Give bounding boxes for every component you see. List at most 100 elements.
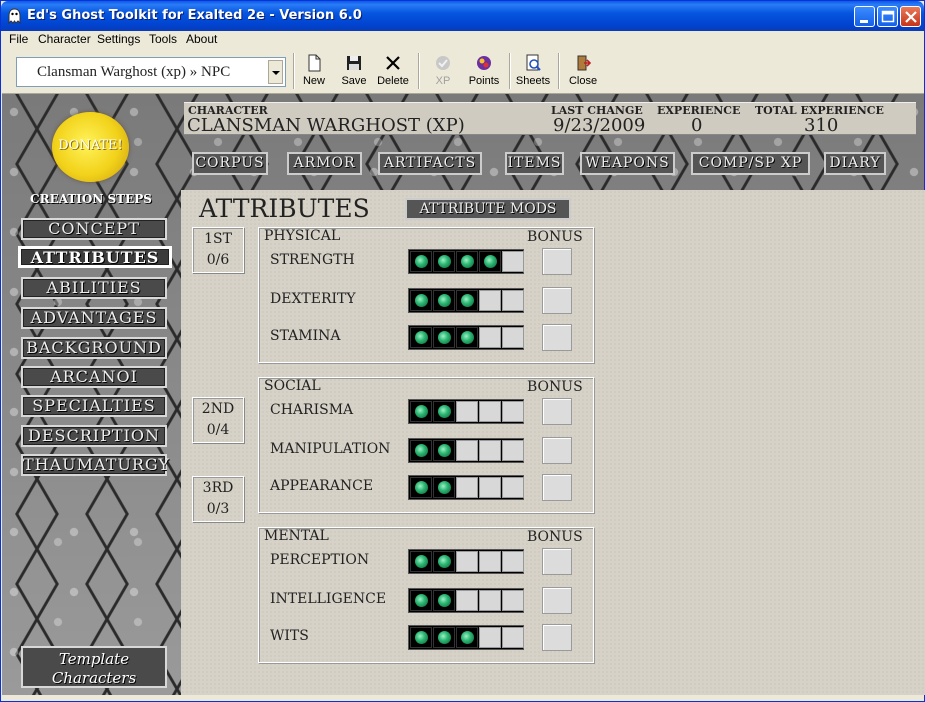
- bonus-input[interactable]: [542, 437, 572, 464]
- sheets-button[interactable]: Sheets: [515, 54, 551, 90]
- rating-dot[interactable]: [410, 290, 432, 311]
- bonus-input[interactable]: [542, 248, 572, 275]
- attribute-mods-button[interactable]: ATTRIBUTE MODS: [405, 198, 571, 220]
- rating-dot[interactable]: [502, 477, 524, 498]
- delete-button[interactable]: Delete: [374, 54, 412, 90]
- delete-label: Delete: [377, 75, 409, 87]
- rating-dot[interactable]: [479, 477, 501, 498]
- step-arcanoi[interactable]: ARCANOI: [21, 366, 167, 388]
- rating-dot[interactable]: [410, 251, 432, 272]
- step-background[interactable]: BACKGROUND: [21, 337, 167, 359]
- rating-dot[interactable]: [479, 627, 501, 648]
- donate-button[interactable]: DONATE!: [52, 112, 129, 182]
- rating-dot[interactable]: [410, 590, 432, 611]
- rating-dot[interactable]: [433, 627, 455, 648]
- rating-dot[interactable]: [479, 290, 501, 311]
- bonus-input[interactable]: [542, 287, 572, 314]
- donate-label: DONATE!: [58, 138, 123, 153]
- bonus-input[interactable]: [542, 624, 572, 651]
- save-button[interactable]: Save: [339, 54, 369, 90]
- step-thaumaturgy[interactable]: THAUMATURGY: [21, 454, 169, 476]
- new-button[interactable]: New: [299, 54, 329, 90]
- minimize-button[interactable]: [854, 6, 875, 27]
- rating-dot[interactable]: [479, 251, 501, 272]
- toolbar-separator: [558, 53, 560, 89]
- rating-dot[interactable]: [433, 440, 455, 461]
- bonus-input[interactable]: [542, 324, 572, 351]
- tab-items[interactable]: ITEMS: [505, 152, 564, 175]
- tab-weapons[interactable]: WEAPONS: [580, 152, 675, 175]
- rating-dot[interactable]: [502, 401, 524, 422]
- points-button[interactable]: Points: [465, 54, 503, 90]
- rating-dot[interactable]: [456, 627, 478, 648]
- rating-dot[interactable]: [433, 551, 455, 572]
- chevron-down-icon[interactable]: [268, 60, 283, 84]
- bonus-input[interactable]: [542, 474, 572, 501]
- rating-dot[interactable]: [502, 440, 524, 461]
- character-select[interactable]: Clansman Warghost (xp) » NPC: [16, 57, 286, 87]
- rating-dot[interactable]: [502, 327, 524, 348]
- rating-dot[interactable]: [433, 251, 455, 272]
- step-specialties[interactable]: SPECIALTIES: [21, 395, 167, 417]
- menu-file[interactable]: File: [9, 32, 28, 46]
- maximize-button[interactable]: [877, 6, 898, 27]
- rating-dot[interactable]: [410, 627, 432, 648]
- rating-dot[interactable]: [456, 401, 478, 422]
- bonus-input[interactable]: [542, 548, 572, 575]
- step-description[interactable]: DESCRIPTION: [21, 425, 167, 447]
- menu-character[interactable]: Character: [38, 32, 91, 46]
- close-window-button[interactable]: [900, 6, 921, 27]
- rating-dot[interactable]: [433, 477, 455, 498]
- maximize-icon: [881, 10, 895, 23]
- menu-tools[interactable]: Tools: [149, 32, 177, 46]
- rating-dot[interactable]: [410, 327, 432, 348]
- rating-dot[interactable]: [456, 590, 478, 611]
- template-characters-button[interactable]: Template Characters: [21, 646, 167, 688]
- tab-artifacts[interactable]: ARTIFACTS: [378, 152, 482, 175]
- rating-dot[interactable]: [410, 477, 432, 498]
- rating-dot[interactable]: [456, 551, 478, 572]
- rating-dot[interactable]: [479, 551, 501, 572]
- tab-corpus[interactable]: CORPUS: [192, 152, 268, 175]
- rating-dot[interactable]: [479, 327, 501, 348]
- tab-diary[interactable]: DIARY: [824, 152, 886, 175]
- close-button[interactable]: Close: [568, 54, 598, 90]
- rating-dot[interactable]: [456, 327, 478, 348]
- rating-dot[interactable]: [502, 290, 524, 311]
- rating-dot[interactable]: [433, 590, 455, 611]
- rating-dot[interactable]: [502, 251, 524, 272]
- menu-settings[interactable]: Settings: [97, 32, 140, 46]
- step-concept[interactable]: CONCEPT: [21, 218, 167, 240]
- tab-comp-sp-xp[interactable]: COMP/SP XP: [691, 152, 810, 175]
- rating-dot[interactable]: [502, 551, 524, 572]
- rating-dot[interactable]: [456, 251, 478, 272]
- rating-dot[interactable]: [410, 401, 432, 422]
- rating-dot[interactable]: [433, 401, 455, 422]
- rating-dot[interactable]: [433, 290, 455, 311]
- bonus-input[interactable]: [542, 398, 572, 425]
- rating-dot[interactable]: [456, 440, 478, 461]
- rating-dot[interactable]: [502, 590, 524, 611]
- rating-dot[interactable]: [433, 327, 455, 348]
- bonus-input[interactable]: [542, 587, 572, 614]
- toolbar-separator: [418, 53, 420, 89]
- rating-dot[interactable]: [410, 551, 432, 572]
- step-attributes[interactable]: ATTRIBUTES: [18, 246, 172, 268]
- toolbar-separator: [509, 53, 511, 89]
- template-label-line1: Template: [58, 650, 130, 668]
- rating-dot[interactable]: [479, 590, 501, 611]
- title-bar[interactable]: Ed's Ghost Toolkit for Exalted 2e - Vers…: [1, 1, 924, 31]
- menu-about[interactable]: About: [186, 32, 217, 46]
- xp-button[interactable]: XP: [428, 54, 458, 90]
- group-title: MENTAL: [264, 528, 329, 544]
- rating-dot[interactable]: [502, 627, 524, 648]
- rating-dot[interactable]: [410, 440, 432, 461]
- step-advantages[interactable]: ADVANTAGES: [21, 307, 167, 329]
- rating-dot[interactable]: [479, 440, 501, 461]
- tab-armor[interactable]: ARMOR: [287, 152, 362, 175]
- rating-dot[interactable]: [456, 290, 478, 311]
- step-abilities[interactable]: ABILITIES: [21, 277, 167, 299]
- rating-dot[interactable]: [456, 477, 478, 498]
- priority-label: 3RD: [202, 480, 234, 496]
- rating-dot[interactable]: [479, 401, 501, 422]
